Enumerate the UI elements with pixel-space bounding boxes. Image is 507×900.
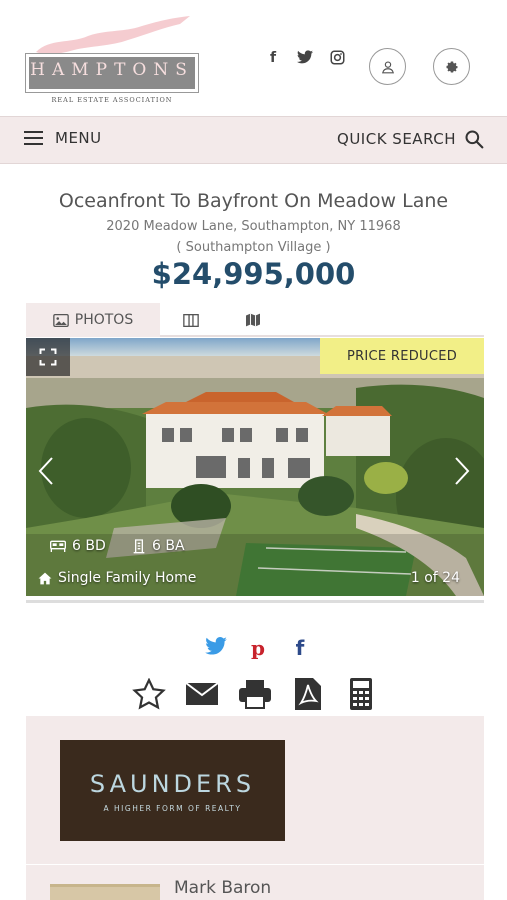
user-icon — [381, 60, 394, 73]
chevron-right-icon — [455, 457, 470, 485]
baths-count: 6 BA — [152, 538, 185, 554]
listing-photo-carousel[interactable]: PRICE REDUCED 6 BD 6 BA Single Family Ho… — [26, 338, 484, 596]
printer-icon — [238, 680, 271, 709]
price-reduced-badge: PRICE REDUCED — [320, 338, 484, 374]
property-type-label: Single Family Home — [58, 570, 197, 586]
next-photo-button[interactable] — [450, 456, 474, 486]
beds-info: 6 BD — [50, 538, 106, 554]
listing-title: Oceanfront To Bayfront On Meadow Lane — [58, 190, 449, 212]
quick-search-button[interactable]: QUICK SEARCH — [337, 129, 484, 149]
user-account-button[interactable] — [369, 48, 406, 85]
tab-photos[interactable]: PHOTOS — [26, 303, 160, 337]
columns-icon — [183, 313, 199, 327]
instagram-icon[interactable] — [328, 50, 346, 69]
pdf-button[interactable] — [289, 676, 326, 712]
tab-photos-label: PHOTOS — [74, 312, 134, 328]
settings-button[interactable] — [433, 48, 470, 85]
agent-photo[interactable] — [50, 884, 160, 900]
star-icon — [131, 678, 166, 710]
brokerage-tagline: A HIGHER FORM OF REALTY — [103, 804, 242, 813]
hamburger-icon — [24, 131, 43, 145]
search-icon — [465, 130, 484, 149]
site-logo[interactable]: HAMPTONS REAL ESTATE ASSOCIATION — [25, 16, 199, 104]
gear-icon — [446, 61, 457, 72]
bath-icon — [133, 539, 145, 554]
media-tabs: PHOTOS — [26, 303, 484, 337]
tab-map[interactable] — [222, 303, 284, 337]
chevron-left-icon — [38, 457, 53, 485]
bed-icon — [50, 540, 66, 552]
beds-count: 6 BD — [72, 538, 106, 554]
print-button[interactable] — [236, 676, 273, 712]
calculator-icon — [349, 678, 372, 710]
menu-label: MENU — [55, 129, 102, 147]
property-type: Single Family Home — [38, 570, 196, 586]
twitter-icon[interactable] — [204, 636, 228, 660]
logo-subtitle: REAL ESTATE ASSOCIATION — [51, 96, 173, 104]
site-header: HAMPTONS REAL ESTATE ASSOCIATION f — [0, 0, 507, 116]
baths-info: 6 BA — [132, 538, 185, 554]
property-photo — [26, 338, 484, 596]
main-nav-bar: MENU QUICK SEARCH — [0, 116, 507, 164]
home-icon — [38, 572, 52, 584]
listing-price: $24,995,000 — [151, 257, 356, 291]
pinterest-icon[interactable]: p — [246, 636, 270, 660]
image-icon — [52, 313, 69, 327]
menu-button[interactable]: MENU — [24, 129, 102, 147]
brokerage-logo[interactable]: SAUNDERS A HIGHER FORM OF REALTY — [60, 740, 285, 841]
listing-actions — [130, 676, 379, 712]
logo-text: HAMPTONS — [30, 60, 194, 80]
email-button[interactable] — [183, 676, 220, 712]
photo-divider — [26, 600, 484, 603]
previous-photo-button[interactable] — [34, 456, 58, 486]
agent-name[interactable]: Mark Baron — [174, 878, 271, 898]
quick-search-label: QUICK SEARCH — [337, 130, 456, 148]
expand-icon — [39, 348, 57, 366]
facebook-icon[interactable]: f — [288, 636, 312, 660]
brokerage-name: SAUNDERS — [89, 770, 256, 798]
envelope-icon — [184, 682, 219, 705]
calculator-button[interactable] — [342, 676, 379, 712]
header-social-links: f — [264, 50, 346, 69]
fullscreen-button[interactable] — [26, 338, 70, 376]
agent-divider — [26, 864, 484, 865]
listing-village: ( Southampton Village ) — [176, 240, 331, 255]
listing-address: 2020 Meadow Lane, Southampton, NY 11968 — [106, 219, 401, 234]
share-links: p f — [204, 636, 312, 660]
map-icon — [246, 313, 260, 327]
pdf-icon — [294, 678, 321, 710]
logo-splash — [36, 16, 190, 55]
twitter-icon[interactable] — [296, 50, 314, 69]
tab-columns[interactable] — [160, 303, 222, 337]
photo-counter: 1 of 24 — [410, 570, 460, 586]
favorite-button[interactable] — [130, 676, 167, 712]
agent-section: SAUNDERS A HIGHER FORM OF REALTY Mark Ba… — [26, 716, 484, 900]
facebook-icon[interactable]: f — [264, 50, 282, 69]
